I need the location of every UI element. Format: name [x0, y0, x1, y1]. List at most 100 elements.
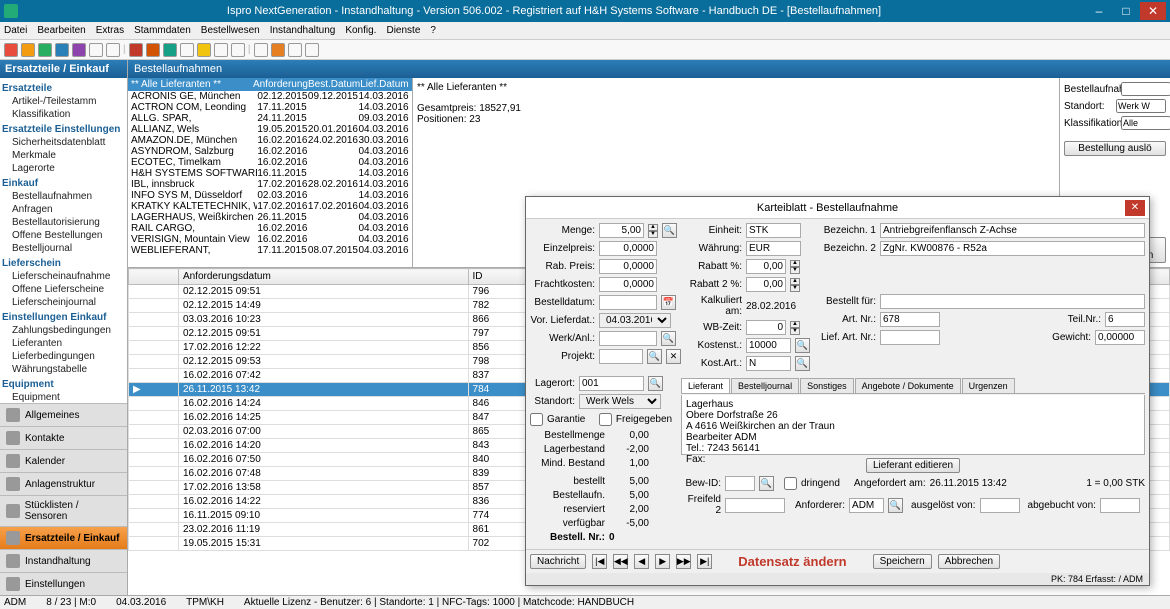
supplier-list[interactable]: ** Alle Lieferanten **AnforderungBest.Da…	[128, 78, 413, 267]
menu-item[interactable]: ?	[430, 25, 436, 36]
nav-button[interactable]: Allgemeines	[0, 403, 127, 426]
tree-item[interactable]: Equipment	[2, 391, 125, 403]
supplier-row[interactable]: H&H SYSTEMS SOFTWARE GmbH, Thalh16.11.20…	[128, 168, 412, 179]
tree-group[interactable]: Einkauf	[2, 177, 125, 190]
supplier-row[interactable]: ACRONIS GE, München02.12.201509.12.20151…	[128, 91, 412, 102]
abgebucht-input[interactable]	[1100, 498, 1140, 513]
menu-item[interactable]: Extras	[96, 25, 124, 36]
garantie-checkbox[interactable]	[530, 412, 543, 427]
tree-group[interactable]: Lieferschein	[2, 257, 125, 270]
dialog-tab[interactable]: Lieferant	[681, 378, 730, 393]
vorlieferdat-select[interactable]: 04.03.2016	[599, 313, 671, 328]
tool-icon[interactable]	[214, 43, 228, 57]
tree-item[interactable]: Offene Bestellungen	[2, 229, 125, 242]
tree-group[interactable]: Equipment	[2, 378, 125, 391]
teilnr-input[interactable]	[1105, 312, 1145, 327]
lieferant-edit-button[interactable]: Lieferant editieren	[866, 458, 960, 473]
liefartnr-input[interactable]	[880, 330, 940, 345]
tree-item[interactable]: Lieferscheinaufnahme	[2, 270, 125, 283]
standort-select[interactable]: Werk Wels	[579, 394, 661, 409]
tree-item[interactable]: Lieferanten	[2, 337, 125, 350]
kostart-input[interactable]	[746, 356, 791, 371]
werkanl-input[interactable]	[599, 331, 657, 346]
tool-icon[interactable]	[4, 43, 18, 57]
menu-item[interactable]: Konfig.	[345, 25, 376, 36]
grid-col-header[interactable]: Anforderungsdatum	[178, 269, 468, 285]
minimize-button[interactable]: –	[1086, 2, 1112, 20]
freigegeben-checkbox[interactable]	[599, 412, 612, 427]
spinner[interactable]: ▲▼	[790, 260, 800, 274]
search-icon[interactable]: 🔍	[647, 349, 662, 364]
cancel-button[interactable]: Abbrechen	[938, 554, 1000, 569]
dialog-tab[interactable]: Bestelljournal	[731, 378, 799, 393]
dialog-tab[interactable]: Sonstiges	[800, 378, 854, 393]
menu-item[interactable]: Instandhaltung	[270, 25, 336, 36]
menu-item[interactable]: Dienste	[386, 25, 420, 36]
dialog-tab[interactable]: Angebote / Dokumente	[855, 378, 961, 393]
tool-icon[interactable]	[21, 43, 35, 57]
supplier-row[interactable]: ALLG. SPAR,24.11.201509.03.2016	[128, 113, 412, 124]
supplier-row[interactable]: ACTRON COM, Leonding17.11.201514.03.2016	[128, 102, 412, 113]
tree-item[interactable]: Bestelljournal	[2, 242, 125, 255]
nav-button[interactable]: Instandhaltung	[0, 549, 127, 572]
filter-input[interactable]	[1116, 99, 1166, 113]
maximize-button[interactable]: □	[1113, 2, 1139, 20]
freifeld2-input[interactable]	[725, 498, 785, 513]
nav-button[interactable]: Einstellungen	[0, 572, 127, 595]
tree-item[interactable]: Artikel-/Teilestamm	[2, 95, 125, 108]
grid-col-header[interactable]	[129, 269, 179, 285]
clear-icon[interactable]: ✕	[666, 349, 681, 364]
tree-item[interactable]: Bestellaufnahmen	[2, 190, 125, 203]
dringend-checkbox[interactable]	[784, 476, 797, 491]
nav-fwd-icon[interactable]: ▶	[655, 554, 670, 569]
tool-icon[interactable]	[288, 43, 302, 57]
spinner[interactable]: ▲▼	[790, 278, 800, 292]
tool-icon[interactable]	[163, 43, 177, 57]
tree-item[interactable]: Klassifikation	[2, 108, 125, 121]
wbzeit-input[interactable]	[746, 320, 786, 335]
tree-item[interactable]: Währungstabelle	[2, 363, 125, 376]
filter-input[interactable]	[1121, 82, 1170, 96]
tool-icon[interactable]	[72, 43, 86, 57]
nav-button[interactable]: Kontakte	[0, 426, 127, 449]
tool-icon[interactable]	[89, 43, 103, 57]
search-icon[interactable]: 🔍	[661, 331, 676, 346]
rabatt2-input[interactable]	[746, 277, 786, 292]
nav-first-icon[interactable]: |◀	[592, 554, 607, 569]
nav-button[interactable]: Anlagenstruktur	[0, 472, 127, 495]
nav-last-icon[interactable]: ▶|	[697, 554, 712, 569]
search-icon[interactable]: 🔍	[795, 356, 810, 371]
wahrung-input[interactable]	[746, 241, 801, 256]
tree-item[interactable]: Lieferscheinjournal	[2, 296, 125, 309]
anforderer-input[interactable]	[849, 498, 884, 513]
calendar-icon[interactable]: 📅	[661, 295, 676, 310]
tree-group[interactable]: Ersatzteile	[2, 82, 125, 95]
menu-item[interactable]: Bearbeiten	[37, 25, 85, 36]
supplier-row[interactable]: ALLIANZ, Wels19.05.201520.01.201604.03.2…	[128, 124, 412, 135]
search-icon[interactable]: 🔍	[662, 223, 677, 238]
nachricht-button[interactable]: Nachricht	[530, 554, 586, 569]
tool-icon[interactable]	[271, 43, 285, 57]
bez2-input[interactable]	[880, 241, 1145, 256]
einzelpreis-input[interactable]	[599, 241, 657, 256]
search-icon[interactable]: 🔍	[888, 498, 903, 513]
dialog-tab[interactable]: Urgenzen	[962, 378, 1015, 393]
bez1-input[interactable]	[880, 223, 1145, 238]
supplier-row[interactable]: LAGERHAUS, Weißkirchen an der Tr26.11.20…	[128, 212, 412, 223]
filter-input[interactable]	[1121, 116, 1170, 130]
tree-item[interactable]: Zahlungsbedingungen	[2, 324, 125, 337]
nav-prev-icon[interactable]: ◀◀	[613, 554, 628, 569]
gewicht-input[interactable]	[1095, 330, 1145, 345]
tool-icon[interactable]	[180, 43, 194, 57]
tree-item[interactable]: Sicherheitsdatenblatt	[2, 136, 125, 149]
supplier-row[interactable]: AMAZON.DE, München16.02.201624.02.201630…	[128, 135, 412, 146]
artnr-input[interactable]	[880, 312, 940, 327]
tool-icon[interactable]	[254, 43, 268, 57]
tree-item[interactable]: Merkmale	[2, 149, 125, 162]
supplier-row[interactable]: RAIL CARGO,16.02.201604.03.2016	[128, 223, 412, 234]
search-icon[interactable]: 🔍	[648, 376, 663, 391]
tree-item[interactable]: Bestellautorisierung	[2, 216, 125, 229]
tool-icon[interactable]	[106, 43, 120, 57]
tree-group[interactable]: Einstellungen Einkauf	[2, 311, 125, 324]
tool-icon[interactable]	[305, 43, 319, 57]
